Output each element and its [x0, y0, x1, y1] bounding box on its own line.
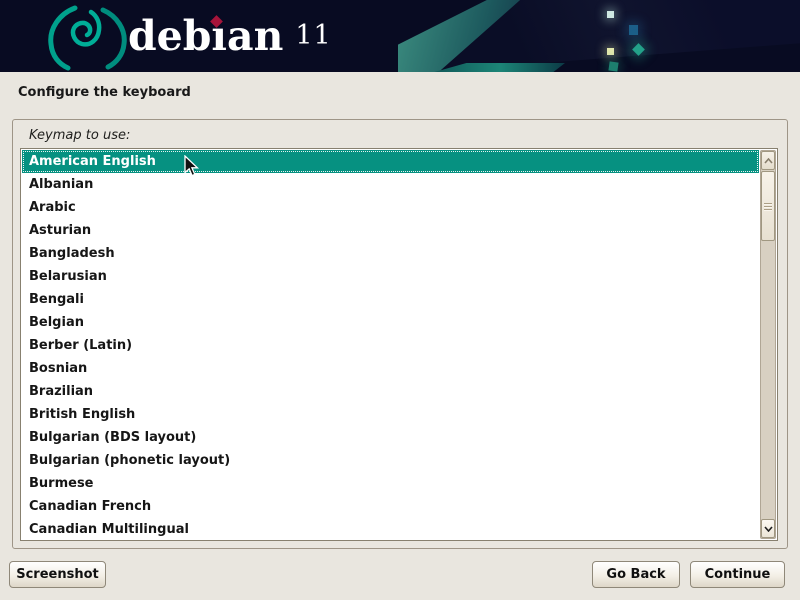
keymap-option[interactable]: Burmese [22, 472, 759, 495]
keymap-option[interactable]: Bangladesh [22, 242, 759, 265]
keymap-option[interactable]: Bosnian [22, 357, 759, 380]
keymap-option[interactable]: Belgian [22, 311, 759, 334]
debian-version: 11 [295, 20, 331, 51]
keymap-listbox: American EnglishAlbanianArabicAsturianBa… [20, 148, 778, 541]
keymap-frame: Keymap to use: American EnglishAlbanianA… [12, 119, 788, 549]
screenshot-button[interactable]: Screenshot [9, 561, 106, 588]
scroll-up-button[interactable] [761, 151, 775, 170]
page-title: Configure the keyboard [18, 85, 191, 100]
keymap-option[interactable]: Canadian Multilingual [22, 518, 759, 541]
keymap-option[interactable]: Arabic [22, 196, 759, 219]
wordmark-pre: deb [128, 12, 211, 60]
keymap-option[interactable]: Bulgarian (phonetic layout) [22, 449, 759, 472]
wordmark-i: ı [211, 8, 227, 64]
keymap-option[interactable]: Belarusian [22, 265, 759, 288]
keymap-option[interactable]: Bulgarian (BDS layout) [22, 426, 759, 449]
sparkle-square-icon [629, 25, 638, 35]
keymap-option[interactable]: Berber (Latin) [22, 334, 759, 357]
debian-wordmark: debıan 11 [128, 8, 332, 64]
keymap-option[interactable]: Asturian [22, 219, 759, 242]
sparkle-square-icon [607, 11, 614, 18]
wordmark-post: an [227, 12, 283, 60]
continue-button[interactable]: Continue [690, 561, 785, 588]
debian-swirl-logo-icon [42, 3, 134, 71]
mouse-cursor-icon [184, 155, 200, 178]
chevron-up-icon [764, 158, 773, 164]
banner: debıan 11 [0, 0, 800, 72]
keymap-option[interactable]: Albanian [22, 173, 759, 196]
chevron-down-icon [764, 526, 773, 532]
keymap-option[interactable]: American English [22, 150, 759, 173]
keymap-label: Keymap to use: [29, 128, 130, 143]
thumb-grip-icon [764, 203, 772, 211]
scrollbar-thumb[interactable] [761, 171, 775, 241]
sparkle-square-icon [608, 61, 618, 71]
keymap-option[interactable]: Canadian French [22, 495, 759, 518]
scroll-down-button[interactable] [761, 519, 775, 538]
keymap-list: American EnglishAlbanianArabicAsturianBa… [22, 150, 759, 541]
installer-window: debıan 11 Configure the keyboard Keymap t… [0, 0, 800, 600]
keymap-option[interactable]: Bengali [22, 288, 759, 311]
scrollbar[interactable] [760, 150, 776, 539]
keymap-option[interactable]: British English [22, 403, 759, 426]
go-back-button[interactable]: Go Back [592, 561, 680, 588]
keymap-option[interactable]: Brazilian [22, 380, 759, 403]
sparkle-square-icon [607, 48, 614, 55]
